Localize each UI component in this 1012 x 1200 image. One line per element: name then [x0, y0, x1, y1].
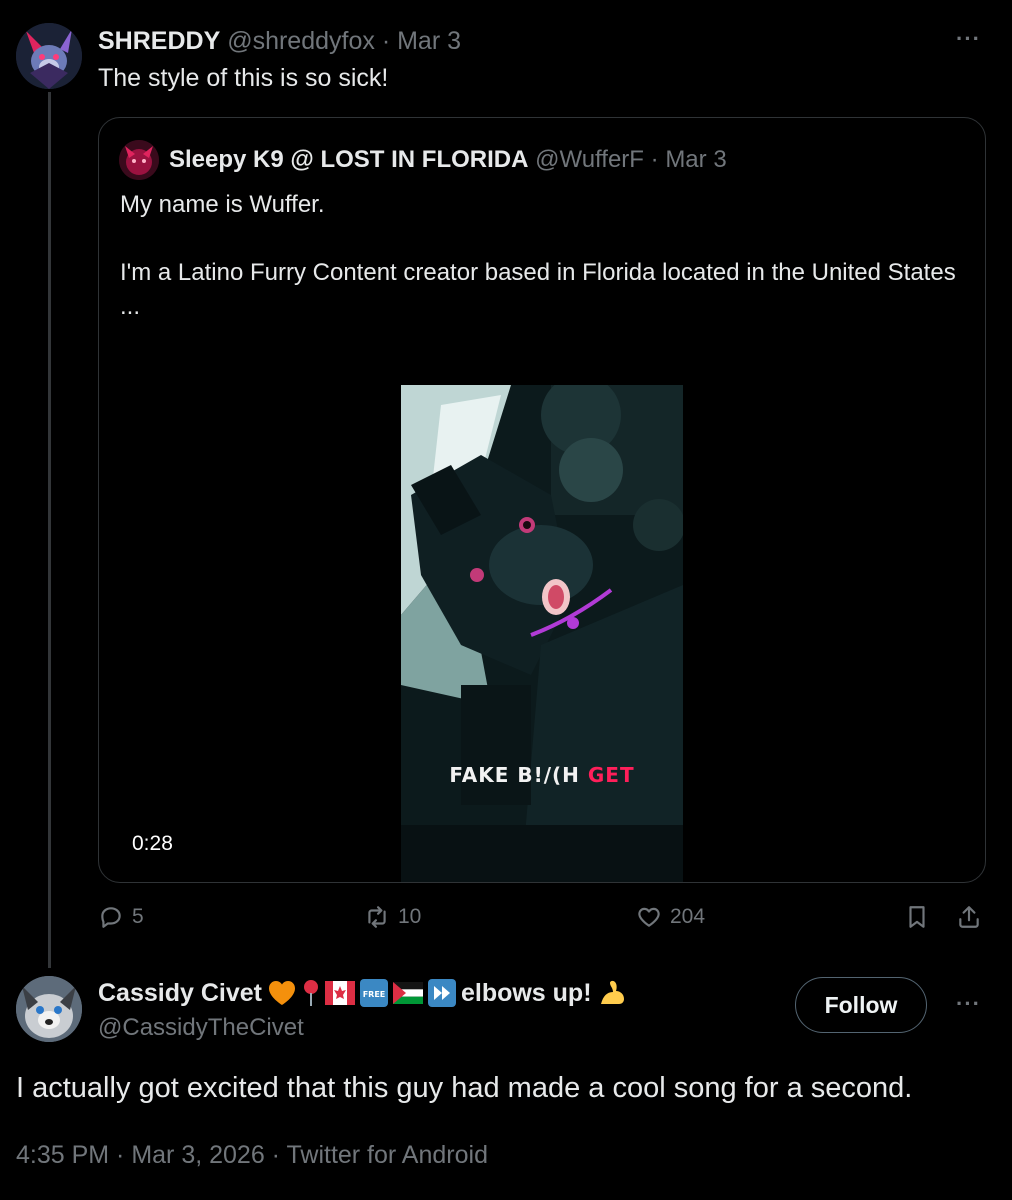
separator-dot: · [650, 146, 659, 173]
like-button[interactable]: 204 [636, 904, 705, 930]
quoted-handle: @WufferF [535, 146, 644, 173]
quoted-date: Mar 3 [665, 146, 727, 173]
orange-heart-icon [268, 981, 295, 1005]
tweet-text: The style of this is so sick! [98, 64, 389, 92]
shreddy-avatar-image [16, 23, 82, 89]
avatar[interactable] [16, 976, 82, 1042]
share-icon [959, 906, 979, 928]
quoted-display-name: Sleepy K9 @ LOST IN FLORIDA [169, 146, 529, 173]
fast-forward-icon [427, 979, 456, 1007]
separator-dot: · [381, 27, 391, 55]
video-player[interactable]: FAKE B!/(H GET [401, 385, 683, 882]
thread-connector-line [48, 92, 51, 968]
flexed-biceps-icon [600, 980, 624, 1004]
retweet-icon [368, 906, 386, 928]
reply-button[interactable]: 5 [98, 904, 144, 930]
handle[interactable]: @shreddyfox [227, 27, 375, 55]
quoted-tweet[interactable]: Sleepy K9 @ LOST IN FLORIDA @WufferF · M… [98, 117, 986, 883]
sleepy-k9-avatar-image [119, 140, 159, 180]
quoted-avatar [119, 140, 159, 180]
like-count: 204 [670, 905, 706, 928]
quoted-body-line: My name is Wuffer. [120, 191, 325, 218]
tweet-action-bar: 5 10 204 [98, 904, 986, 940]
round-pushpin-icon [303, 980, 318, 1006]
bookmark-button[interactable] [904, 904, 930, 930]
caption-main-text: FAKE B!/(H [449, 763, 580, 787]
heart-icon [638, 907, 660, 927]
quoted-tweet-header: Sleepy K9 @ LOST IN FLORIDA @WufferF · M… [169, 146, 727, 174]
display-name-suffix: elbows up! [460, 978, 592, 1007]
canada-flag-icon [324, 981, 355, 1005]
quoted-body-line: I'm a Latino Furry Content creator based… [120, 259, 956, 286]
video-caption: FAKE B!/(H GET [401, 763, 683, 787]
quoted-body-line [120, 222, 970, 256]
avatar[interactable] [16, 23, 82, 89]
display-name[interactable]: Cassidy Civet FREE elbows up! [98, 978, 627, 1008]
retweet-button[interactable]: 10 [364, 904, 421, 930]
quoted-body-line: ... [120, 293, 141, 320]
display-name-text: Cassidy Civet [98, 978, 262, 1007]
reply-icon [101, 907, 121, 928]
retweet-count: 10 [398, 905, 422, 928]
display-name[interactable]: SHREDDY [98, 27, 220, 55]
svg-text:FREE: FREE [363, 990, 386, 999]
reply-count: 5 [132, 905, 144, 928]
bookmark-icon [909, 906, 925, 928]
handle[interactable]: @CassidyTheCivet [98, 1014, 304, 1042]
tweet-timestamp[interactable]: 4:35 PM · Mar 3, 2026 · Twitter for Andr… [16, 1141, 488, 1170]
quoted-tweet-body: My name is Wuffer. I'm a Latino Furry Co… [120, 188, 970, 324]
caption-highlight-text: GET [587, 763, 635, 787]
free-button-icon: FREE [359, 979, 388, 1007]
palestine-flag-icon [392, 982, 423, 1004]
tweet-date[interactable]: Mar 3 [397, 27, 461, 55]
tweet-header: SHREDDY @shreddyfox · Mar 3 [98, 27, 461, 56]
video-duration: 0:28 [132, 832, 173, 855]
video-frame-image [401, 385, 683, 882]
cassidy-avatar-image [16, 976, 82, 1042]
more-options-button[interactable]: ··· [956, 26, 981, 52]
more-options-button[interactable]: ··· [956, 991, 981, 1017]
follow-button[interactable]: Follow [795, 977, 927, 1033]
share-button[interactable] [956, 904, 982, 930]
tweet-text: I actually got excited that this guy had… [16, 1072, 913, 1104]
